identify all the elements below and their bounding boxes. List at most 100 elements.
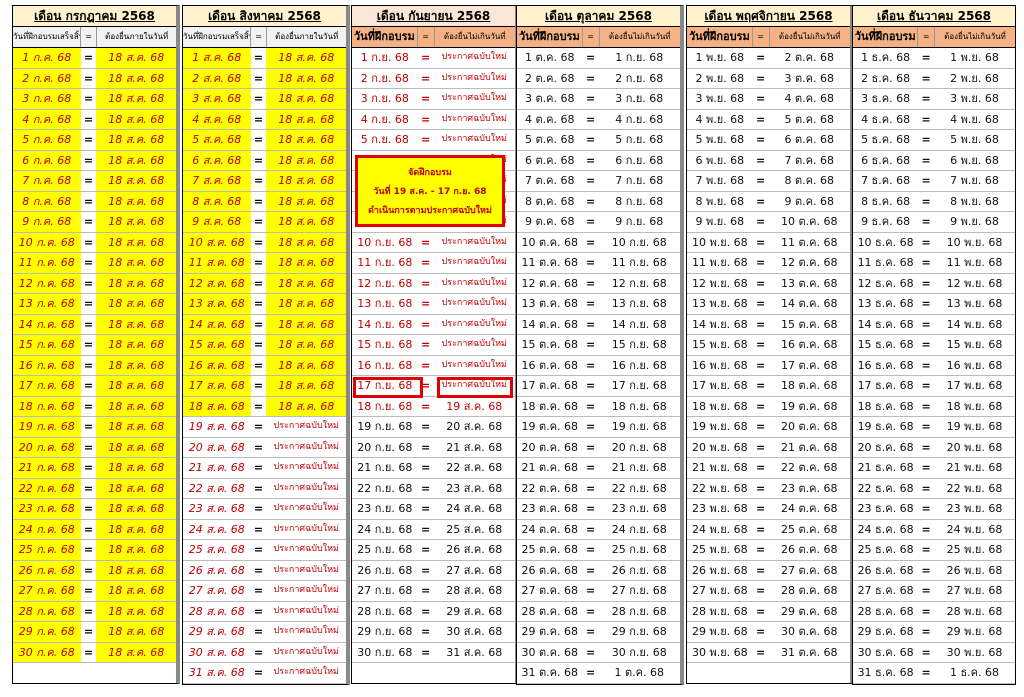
equals-cell: =: [585, 317, 596, 331]
deadline-cell: ประกาศฉบับใหม่: [441, 359, 507, 370]
equals-cell: =: [83, 153, 94, 167]
training-date-cell: 18 ก.ย. 68: [357, 399, 413, 413]
table-row: 20 พ.ย. 68 = 21 ต.ค. 68: [687, 438, 850, 458]
training-date-cell: 24 ส.ค. 68: [188, 522, 245, 536]
training-date-cell: 19 พ.ย. 68: [691, 420, 748, 433]
training-date-cell: 1 พ.ย. 68: [695, 51, 745, 64]
equals-cell: =: [253, 379, 264, 392]
training-date-cell: 10 ธ.ค. 68: [857, 235, 914, 249]
table-row: 8 พ.ย. 68 = 9 ต.ค. 68: [687, 192, 850, 212]
deadline-cell: 29 ก.ย. 68: [611, 625, 667, 638]
deadline-cell: ประกาศฉบับใหม่: [441, 236, 507, 247]
equals-cell: =: [83, 215, 94, 228]
equals-cell: =: [585, 276, 596, 290]
equals-cell: =: [420, 625, 431, 638]
equals-cell: =: [921, 297, 931, 310]
equals-cell: =: [83, 420, 94, 433]
header-cell-2: =: [753, 27, 770, 47]
training-date-cell: 28 พ.ย. 68: [691, 604, 748, 618]
table-row: 4 ก.ค. 68 = 18 ส.ค. 68: [13, 109, 176, 130]
training-date-cell: 23 พ.ย. 68: [691, 502, 748, 515]
equals-cell: =: [253, 297, 264, 310]
table-row: 9 ธ.ค. 68 = 9 พ.ย. 68: [853, 212, 1015, 233]
table-row: 24 ก.ค. 68 = 18 ส.ค. 68: [13, 519, 176, 540]
deadline-cell: 1 พ.ย. 68: [950, 51, 999, 64]
deadline-cell: 30 ส.ค. 68: [446, 625, 503, 638]
deadline-cell: 18 ส.ค. 68: [96, 396, 176, 416]
equals-cell: =: [585, 461, 596, 474]
deadline-cell: 18 ส.ค. 68: [96, 212, 176, 232]
equals-cell: =: [420, 604, 431, 618]
deadline-cell: 18 ส.ค. 68: [96, 540, 176, 560]
deadline-cell: 28 ก.ย. 68: [611, 604, 667, 618]
table-row: 29 ต.ค. 68 = 29 ก.ย. 68: [517, 622, 680, 643]
highlight-sep-18: [353, 376, 423, 398]
table-row: 12 ส.ค. 68 = 18 ส.ค. 68: [183, 273, 346, 294]
training-date-cell: 30 ธ.ค. 68: [857, 645, 914, 659]
table-row: 21 พ.ย. 68 = 22 ต.ค. 68: [687, 458, 850, 479]
training-date-cell: 17 พ.ย. 68: [691, 379, 748, 392]
table-row: 8 ต.ค. 68 = 8 ก.ย. 68: [517, 192, 680, 212]
training-date-cell: 18 ส.ค. 68: [183, 396, 251, 416]
table-row: 14 พ.ย. 68 = 15 ต.ค. 68: [687, 315, 850, 335]
training-date-cell: 10 ส.ค. 68: [183, 232, 251, 252]
table-row: 13 ส.ค. 68 = 18 ส.ค. 68: [183, 294, 346, 315]
equals-cell: =: [921, 112, 931, 126]
training-date-cell: 25 ส.ค. 68: [188, 543, 245, 556]
table-row: 9 ก.ค. 68 = 18 ส.ค. 68: [13, 212, 176, 233]
training-date-cell: 31 ส.ค. 68: [188, 666, 245, 679]
equals-cell: =: [585, 133, 596, 146]
training-date-cell: 1 ก.ค. 68: [13, 48, 81, 68]
equals-cell: =: [755, 153, 766, 167]
table-row: 17 พ.ย. 68 = 18 ต.ค. 68: [687, 376, 850, 397]
training-date-cell: 24 ก.ค. 68: [13, 519, 81, 539]
training-date-cell: 27 ส.ค. 68: [188, 584, 245, 597]
equals-cell: =: [585, 440, 596, 454]
equals-cell: =: [420, 481, 431, 495]
training-date-cell: 27 ธ.ค. 68: [857, 584, 914, 597]
table-row: 22 พ.ย. 68 = 23 ต.ค. 68: [687, 479, 850, 499]
training-date-cell: 9 ธ.ค. 68: [861, 215, 911, 228]
training-date-cell: 24 ธ.ค. 68: [857, 522, 914, 536]
deadline-cell: 18 ส.ค. 68: [266, 355, 346, 375]
training-date-cell: 14 พ.ย. 68: [691, 317, 748, 331]
training-date-cell: 16 ก.ค. 68: [13, 355, 81, 375]
table-row: 3 ส.ค. 68 = 18 ส.ค. 68: [183, 89, 346, 110]
training-date-cell: 25 พ.ย. 68: [691, 543, 748, 556]
equals-cell: =: [921, 256, 931, 269]
table-row: 19 ต.ค. 68 = 19 ก.ย. 68: [517, 417, 680, 438]
deadline-cell: 8 พ.ย. 68: [950, 194, 999, 208]
training-date-cell: 13 ธ.ค. 68: [857, 297, 914, 310]
training-date-cell: 13 ส.ค. 68: [183, 294, 251, 314]
deadline-cell: 18 ส.ค. 68: [266, 130, 346, 150]
deadline-cell: 24 พ.ย. 68: [946, 522, 1003, 536]
deadline-cell: 16 ก.ย. 68: [611, 358, 667, 372]
deadline-cell: ประกาศฉบับใหม่: [273, 462, 339, 472]
table-row: 3 ต.ค. 68 = 3 ก.ย. 68: [517, 89, 680, 110]
deadline-cell: 2 ต.ค. 68: [784, 51, 834, 64]
equals-cell: =: [253, 399, 264, 413]
training-date-cell: 19 ส.ค. 68: [188, 420, 245, 433]
training-date-cell: 21 ก.ค. 68: [13, 458, 81, 478]
deadline-cell: 18 ส.ค. 68: [96, 376, 176, 396]
training-date-cell: 13 พ.ย. 68: [691, 297, 748, 310]
deadline-cell: 3 พ.ย. 68: [950, 92, 999, 105]
deadline-cell: ประกาศฉบับใหม่: [273, 503, 339, 513]
deadline-cell: 23 ก.ย. 68: [611, 502, 667, 515]
table-row: 24 ต.ค. 68 = 24 ก.ย. 68: [517, 520, 680, 540]
table-row: 12 ต.ค. 68 = 12 ก.ย. 68: [517, 274, 680, 294]
deadline-cell: ประกาศฉบับใหม่: [441, 257, 507, 267]
equals-cell: =: [755, 92, 766, 105]
deadline-cell: 18 ส.ค. 68: [96, 458, 176, 478]
training-date-cell: 2 ก.ย. 68: [360, 71, 409, 85]
deadline-cell: ประกาศฉบับใหม่: [273, 544, 339, 554]
training-date-cell: 6 ก.ค. 68: [13, 150, 81, 170]
equals-cell: =: [585, 604, 596, 618]
table-row: 11 ธ.ค. 68 = 11 พ.ย. 68: [853, 253, 1015, 274]
deadline-cell: 6 ต.ค. 68: [784, 133, 834, 146]
table-row: 22 ต.ค. 68 = 22 ก.ย. 68: [517, 479, 680, 499]
table-row: 10 ธ.ค. 68 = 10 พ.ย. 68: [853, 233, 1015, 253]
table-row: 23 ส.ค. 68 = ประกาศฉบับใหม่: [183, 499, 346, 520]
header-cell-3: ต้องยื่นไม่เกินวันที่: [443, 32, 506, 41]
deadline-cell: 15 ก.ย. 68: [611, 338, 667, 351]
